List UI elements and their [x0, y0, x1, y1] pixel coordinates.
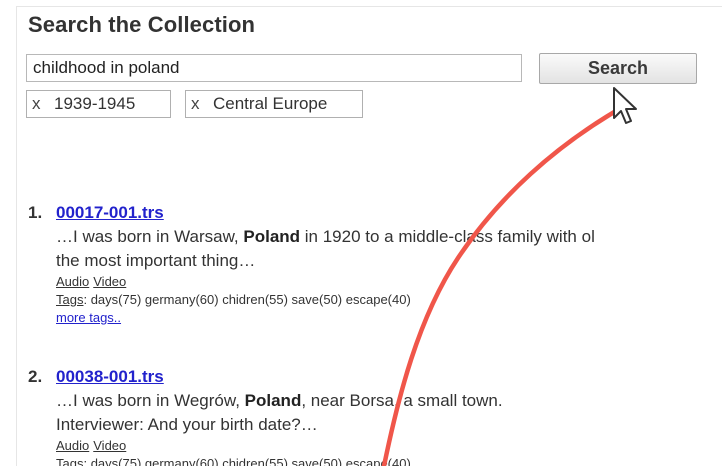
filter-label: Central Europe	[213, 94, 328, 113]
result-title-link[interactable]: 00038-001.trs	[56, 367, 164, 387]
result-number: 1.	[28, 203, 43, 222]
remove-filter-icon[interactable]: x	[191, 91, 205, 117]
snippet-text: …I was born in Warsaw,	[56, 227, 244, 246]
snippet-text: , near Borsa, a small town.	[301, 391, 503, 410]
audio-link[interactable]: Audio	[56, 274, 89, 289]
media-links: Audio Video	[56, 438, 130, 453]
annotation-arrow-line	[381, 101, 631, 466]
search-page: Search the Collection Search x1939-1945 …	[0, 0, 722, 466]
page-title: Search the Collection	[28, 12, 256, 37]
search-input[interactable]	[26, 54, 522, 82]
filter-chip-region: x Central Europe	[185, 90, 363, 118]
tags-label: Tags	[56, 456, 84, 466]
snippet-highlight: Poland	[244, 391, 302, 410]
snippet-highlight: Poland	[243, 227, 301, 246]
more-tags-link[interactable]: more tags..	[56, 310, 121, 325]
filter-label: 1939-1945	[54, 94, 136, 113]
tags-text: : days(75) germany(60) chidren(55) save(…	[83, 292, 411, 307]
audio-link[interactable]: Audio	[56, 438, 89, 453]
result-snippet-line: the most important thing…	[56, 251, 256, 270]
search-button[interactable]: Search	[539, 53, 697, 84]
media-links: Audio Video	[56, 274, 130, 289]
snippet-text: in 1920 to a middle-class family with ol	[300, 227, 595, 246]
tags-label: Tags	[56, 292, 84, 307]
panel-border-left	[16, 6, 17, 466]
panel-border-top	[16, 6, 722, 7]
result-snippet: …I was born in Wegrów, Poland, near Bors…	[56, 391, 503, 411]
tags-text: : days(75) germany(60) chidren(55) save(…	[83, 456, 411, 466]
video-link[interactable]: Video	[93, 438, 126, 453]
mouse-pointer-icon	[613, 87, 637, 124]
result-tags: Tags: days(75) germany(60) chidren(55) s…	[56, 292, 411, 307]
result-number: 2.	[28, 367, 43, 386]
snippet-text: …I was born in Wegrów,	[56, 391, 245, 410]
result-snippet: …I was born in Warsaw, Poland in 1920 to…	[56, 227, 595, 247]
result-tags: Tags: days(75) germany(60) chidren(55) s…	[56, 456, 411, 466]
filter-chip-date: x 1939-1945	[26, 90, 171, 118]
result-snippet-line: Interviewer: And your birth date?…	[56, 415, 318, 434]
result-title-link[interactable]: 00017-001.trs	[56, 203, 164, 223]
remove-filter-icon[interactable]: x	[32, 91, 46, 117]
video-link[interactable]: Video	[93, 274, 126, 289]
